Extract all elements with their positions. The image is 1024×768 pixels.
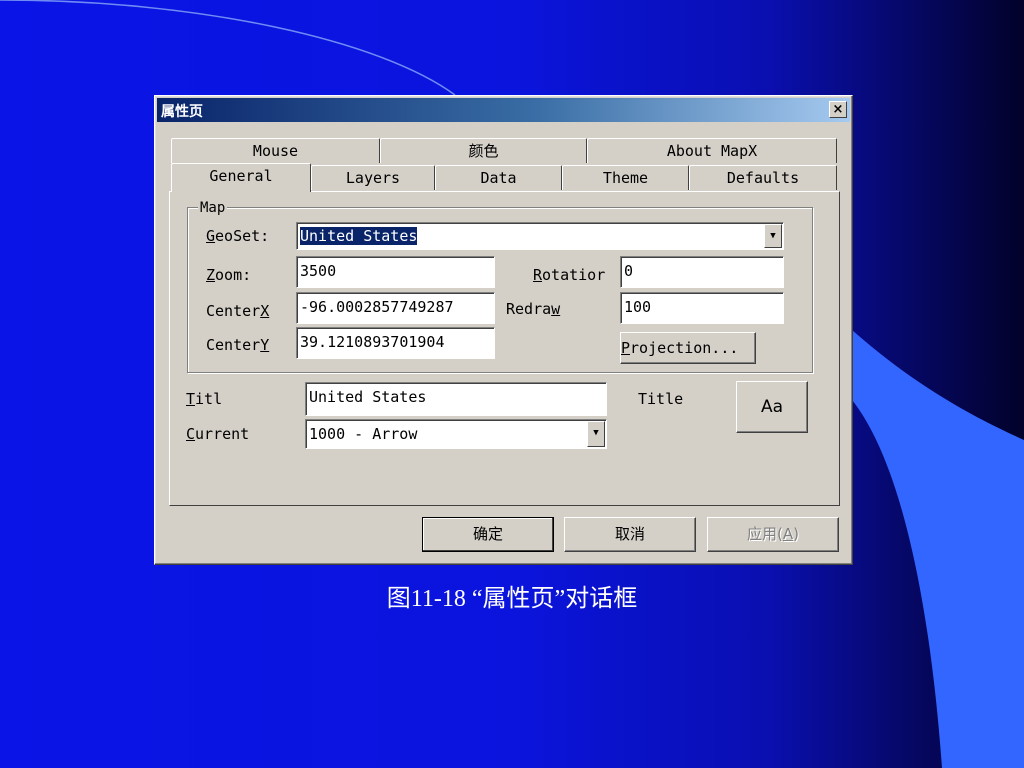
current-value: 1000 - Arrow <box>309 425 418 443</box>
tab-defaults[interactable]: Defaults <box>689 165 837 190</box>
rotation-input[interactable]: 0 <box>620 256 784 288</box>
centery-label: CenterY <box>206 336 270 354</box>
centerx-input[interactable]: -96.0002857749287 <box>296 292 495 324</box>
title-font-label: Title <box>638 390 684 408</box>
tab-colors[interactable]: 颜色 <box>380 138 587 163</box>
tab-theme[interactable]: Theme <box>562 165 689 190</box>
title-bar[interactable]: 属性页 × <box>157 98 850 122</box>
centery-input[interactable]: 39.1210893701904 <box>296 327 495 359</box>
ok-button[interactable]: 确定 <box>422 517 554 552</box>
redraw-label: Redraw <box>506 300 561 318</box>
tab-layers[interactable]: Layers <box>311 165 435 190</box>
geoset-value: United States <box>300 227 418 245</box>
title-font-button[interactable]: Aa <box>736 381 808 433</box>
titl-label: Titl <box>186 390 223 408</box>
chevron-down-icon[interactable]: ▼ <box>764 224 782 248</box>
close-button[interactable]: × <box>829 101 847 118</box>
centerx-label: CenterX <box>206 302 270 320</box>
tab-mouse[interactable]: Mouse <box>171 138 380 163</box>
title-input[interactable]: United States <box>305 382 607 416</box>
apply-button[interactable]: 应用(A) <box>707 517 839 552</box>
redraw-input[interactable]: 100 <box>620 292 784 324</box>
tab-data[interactable]: Data <box>435 165 562 190</box>
projection-button[interactable]: Projection... <box>620 332 756 364</box>
rotation-label: Rotatior <box>533 266 606 284</box>
current-label: Current <box>186 425 250 443</box>
zoom-label: Zoom: <box>206 266 252 284</box>
geoset-label: GeoSet: <box>206 227 270 245</box>
zoom-input[interactable]: 3500 <box>296 256 495 288</box>
geoset-select[interactable]: United States ▼ <box>296 222 784 250</box>
current-select[interactable]: 1000 - Arrow ▼ <box>305 419 607 449</box>
cancel-button[interactable]: 取消 <box>564 517 696 552</box>
chevron-down-icon[interactable]: ▼ <box>587 421 605 447</box>
map-group-legend: Map <box>198 200 228 216</box>
tab-general[interactable]: General <box>171 163 311 192</box>
figure-caption: 图11-18 “属性页”对话框 <box>386 586 638 612</box>
tab-about-mapx[interactable]: About MapX <box>587 138 837 163</box>
properties-dialog: 属性页 × Mouse 颜色 About MapX General Layers… <box>154 95 853 565</box>
dialog-title: 属性页 <box>161 104 203 120</box>
